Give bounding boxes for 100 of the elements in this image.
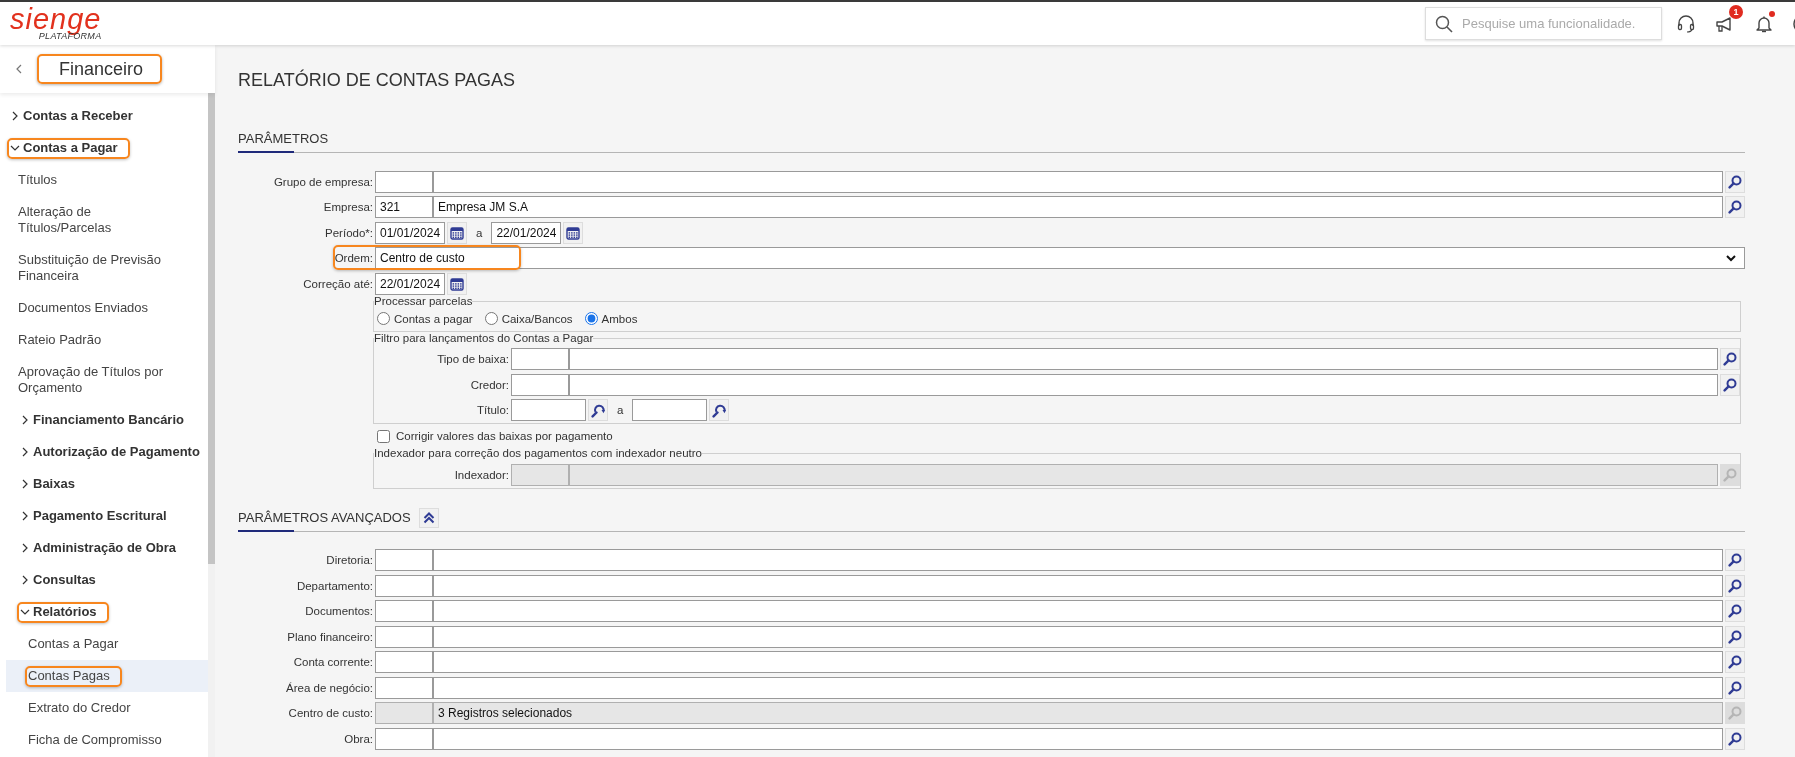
description-field[interactable] [433, 170, 1723, 193]
sidebar-item[interactable]: Documentos Enviados [6, 292, 208, 324]
order-select[interactable]: Centro de custo [375, 247, 1745, 269]
code-field[interactable] [375, 651, 433, 673]
search-icon [1723, 352, 1737, 366]
description-field[interactable] [433, 625, 1723, 648]
field-label: Área de negócio: [285, 681, 374, 694]
collapse-button[interactable] [418, 507, 439, 528]
description-field[interactable] [433, 651, 1723, 673]
lookup-button[interactable] [1725, 600, 1745, 622]
notification-badge: 1 [1729, 4, 1743, 19]
description-field[interactable] [433, 727, 1723, 750]
lookup-button[interactable] [1720, 348, 1740, 370]
code-field[interactable] [632, 399, 708, 421]
lookup-button[interactable] [1725, 574, 1745, 597]
chevron-right-icon [20, 575, 30, 585]
code-field[interactable] [375, 170, 433, 193]
sidebar-item[interactable]: Contas a Receber [6, 100, 208, 132]
code-field[interactable] [375, 574, 433, 597]
lookup-button[interactable] [709, 399, 730, 421]
calendar-button[interactable] [447, 272, 467, 295]
sidebar-item[interactable]: Extrato do Credor [6, 692, 208, 724]
chevron-right-icon [20, 447, 30, 457]
description-field[interactable]: Empresa JM S.A [433, 196, 1723, 218]
double-chevron-up-icon [422, 511, 435, 524]
lookup-button[interactable] [1725, 549, 1745, 571]
sidebar-item[interactable]: Contas a Pagar [6, 628, 208, 660]
search-field[interactable]: Pesquise uma funcionalidade. [1425, 7, 1662, 40]
radio-button[interactable] [584, 312, 598, 325]
radio-button[interactable] [377, 312, 390, 325]
scrollbar-track[interactable] [208, 93, 215, 757]
sidebar-item[interactable]: Consultas [6, 564, 208, 596]
sidebar-item[interactable]: Administração de Obra [6, 532, 208, 564]
code-field[interactable] [375, 676, 433, 699]
calendar-icon [566, 225, 581, 240]
lookup-button[interactable] [1725, 676, 1745, 699]
lookup-button[interactable] [1725, 170, 1745, 193]
field-label: Departamento: [295, 579, 374, 592]
description-field[interactable] [569, 348, 1718, 370]
sidebar-item[interactable]: Pagamento Escritural [6, 500, 208, 532]
description-field[interactable] [433, 600, 1723, 622]
sidebar-item[interactable]: Baixas [6, 468, 208, 500]
field-label: Indexador: [453, 468, 510, 481]
calendar-icon [450, 276, 464, 291]
radio-label: Contas a pagar [394, 312, 473, 325]
lookup-button[interactable] [1725, 625, 1745, 648]
lookup-button[interactable] [588, 399, 608, 421]
checkbox[interactable] [377, 429, 390, 443]
calendar-button[interactable] [447, 221, 467, 244]
sidebar-item[interactable]: Financiamento Bancário [6, 404, 208, 436]
calendar-icon [450, 225, 464, 240]
lookup-button[interactable] [1725, 651, 1745, 673]
sidebar-item[interactable]: Contas a Pagar [6, 132, 208, 164]
field-label: Diretoria: [325, 554, 374, 566]
chevron-right-icon [10, 111, 20, 121]
code-field[interactable] [511, 373, 569, 396]
code-field[interactable]: 321 [375, 196, 433, 218]
description-field[interactable] [569, 373, 1718, 396]
sidebar-item[interactable]: Ficha de Compromisso [6, 724, 208, 756]
radio-button[interactable] [484, 312, 498, 325]
search-icon [1435, 15, 1453, 33]
code-field[interactable] [511, 399, 586, 421]
date-field[interactable]: 01/01/2024 [375, 221, 445, 244]
search-icon [1728, 731, 1742, 746]
code-field[interactable] [375, 625, 433, 648]
code-field[interactable] [511, 348, 569, 370]
sidebar-item[interactable]: Substituição de Previsão Financeira [6, 244, 208, 292]
calendar-button[interactable] [563, 221, 584, 244]
headset-icon[interactable] [1676, 13, 1696, 34]
section-title: PARÂMETROS AVANÇADOS [238, 509, 411, 526]
sidebar-item[interactable]: Autorização de Pagamento [6, 436, 208, 468]
sidebar-item[interactable]: Relatórios [6, 596, 208, 628]
sidebar-item[interactable]: Contas Pagas [6, 660, 208, 692]
code-field[interactable] [375, 600, 433, 622]
radio-label: Ambos [601, 312, 638, 325]
code-field[interactable] [375, 549, 433, 571]
group-legend: Processar parcelas [374, 294, 473, 308]
search-icon [1728, 578, 1742, 593]
scrollbar-thumb[interactable] [208, 93, 215, 564]
date-field[interactable]: 22/01/2024 [491, 221, 562, 244]
field-label: Título: [476, 404, 510, 416]
sidebar-item[interactable]: Rateio Padrão [6, 324, 208, 356]
lookup-button[interactable] [1720, 373, 1740, 396]
sidebar-title: Financeiro [37, 54, 163, 84]
range-separator: a [617, 404, 624, 416]
sidebar-item[interactable]: Aprovação de Títulos por Orçamento [6, 356, 208, 404]
logo[interactable]: sienge [10, 6, 102, 33]
field-label: Centro de custo: [287, 707, 374, 719]
chevron-right-icon [20, 543, 30, 553]
chevron-right-icon [20, 479, 30, 489]
description-field[interactable] [433, 574, 1723, 597]
lookup-button[interactable] [1725, 727, 1745, 750]
lookup-button[interactable] [1725, 196, 1745, 218]
description-field[interactable] [433, 549, 1723, 571]
sidebar-item[interactable]: Títulos [6, 164, 208, 196]
description-field[interactable] [433, 676, 1723, 699]
field-label: Ordem: [333, 252, 374, 264]
date-field[interactable]: 22/01/2024 [375, 272, 445, 295]
code-field[interactable] [375, 727, 433, 750]
sidebar-item[interactable]: Alteração de Títulos/Parcelas [6, 196, 208, 244]
